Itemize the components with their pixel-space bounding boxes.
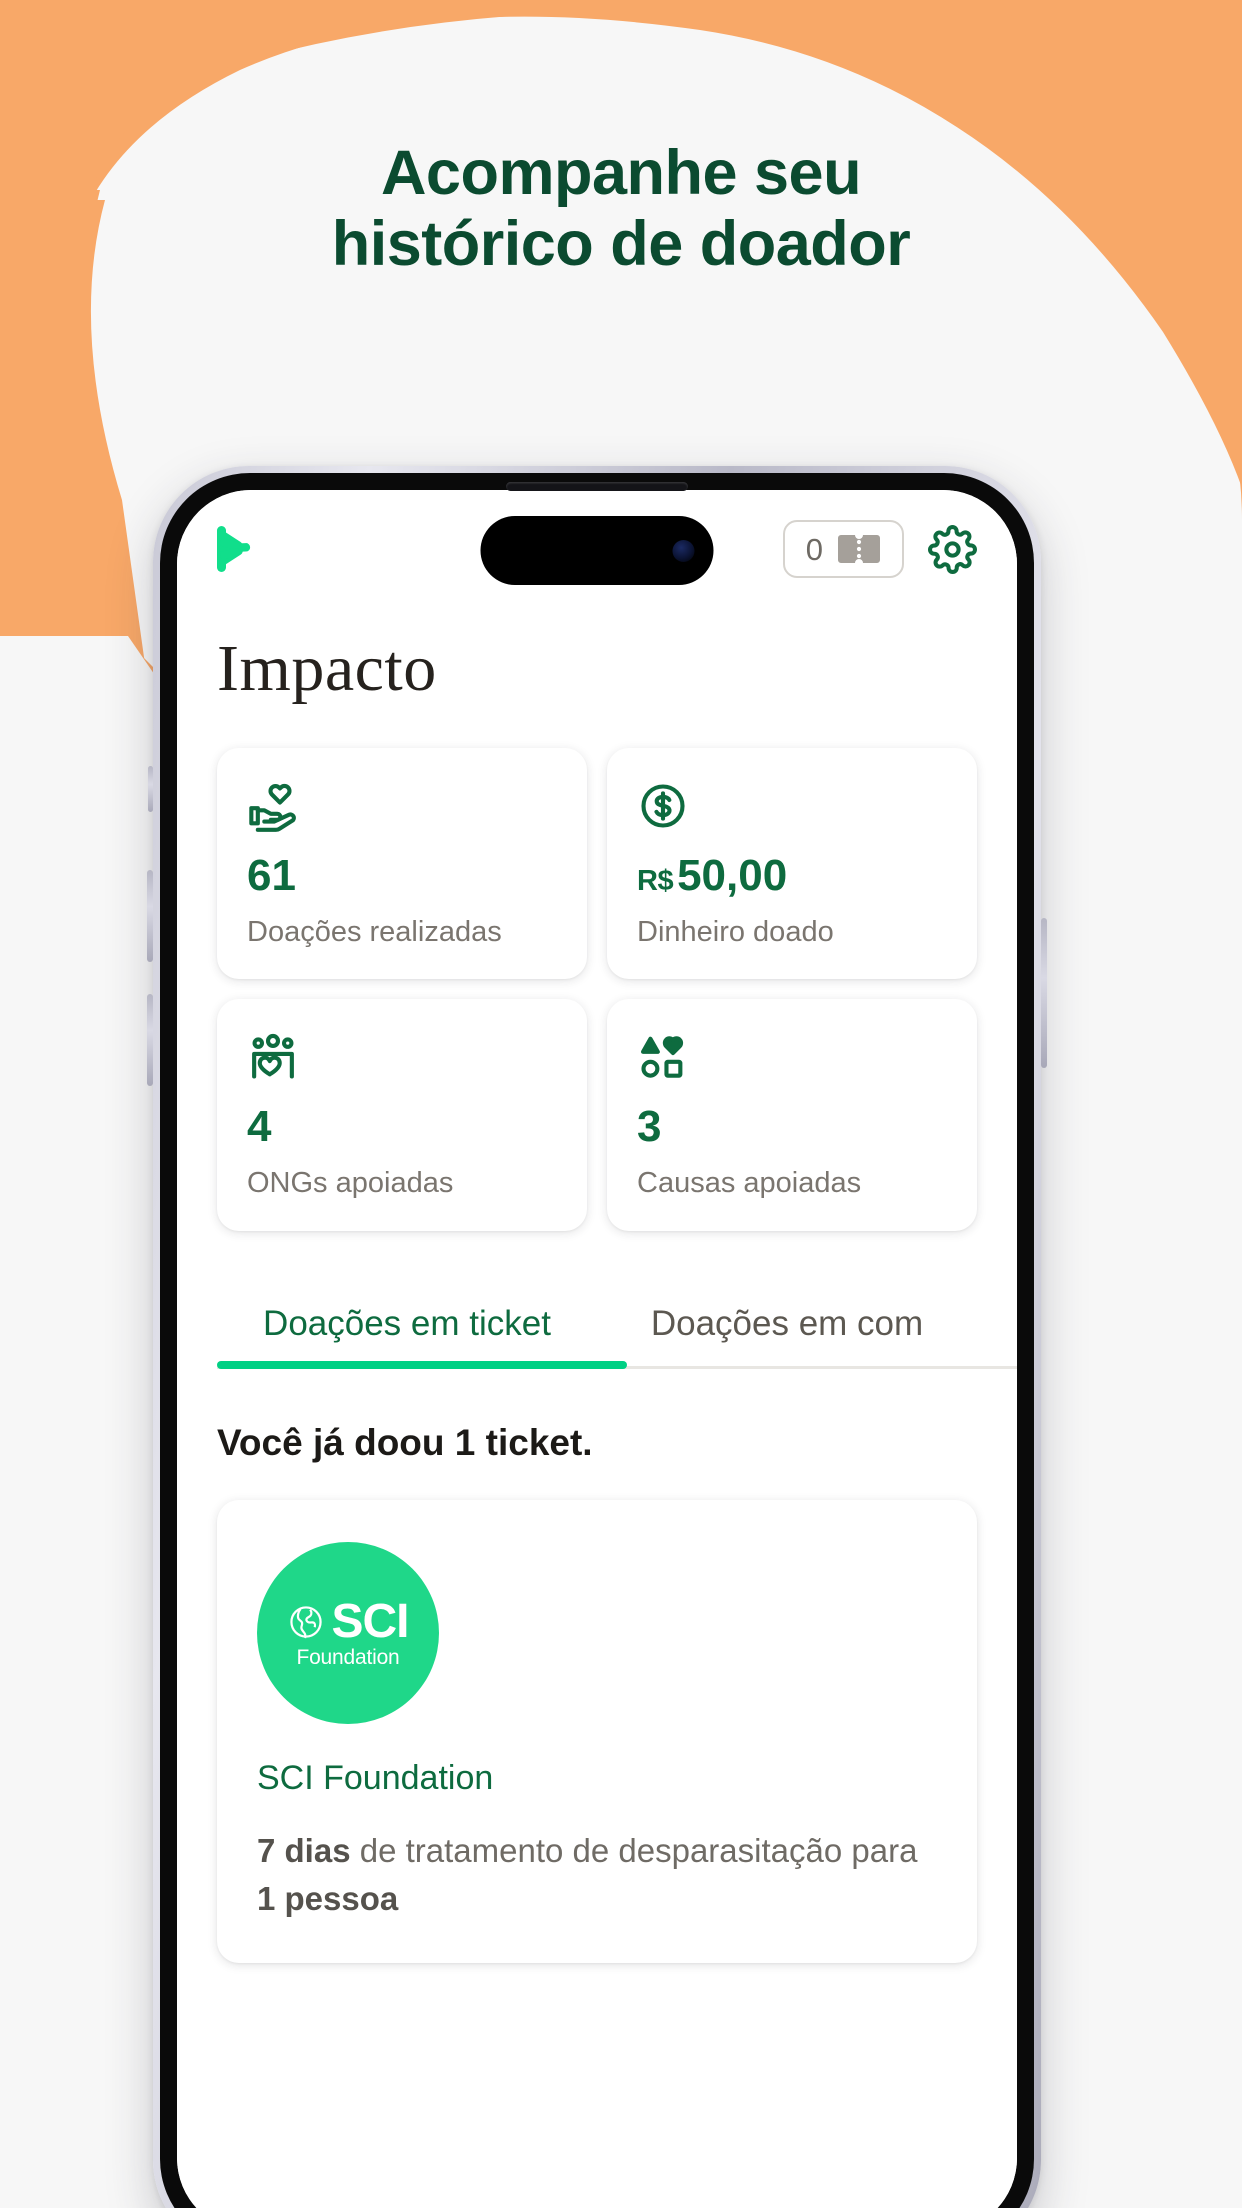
donation-description: 7 dias de tratamento de desparasitação p… bbox=[257, 1827, 937, 1923]
stat-value: 4 bbox=[247, 1105, 557, 1149]
stat-card-ngos[interactable]: 4 ONGs apoiadas bbox=[217, 999, 587, 1231]
hand-heart-icon bbox=[247, 780, 557, 832]
ticket-count-label: 0 bbox=[805, 531, 823, 567]
stat-card-donations[interactable]: 61 Doações realizadas bbox=[217, 748, 587, 980]
phone-volume-up-button bbox=[147, 870, 153, 962]
front-camera-lens bbox=[672, 539, 695, 562]
stat-label: Causas apoiadas bbox=[637, 1167, 862, 1200]
stat-number: 61 bbox=[247, 851, 296, 900]
impact-stats-grid: 61 Doações realizadas R$50,00 Dinheiro d… bbox=[217, 748, 977, 1231]
donation-beneficiary: 1 pessoa bbox=[257, 1880, 399, 1918]
org-logo-wordmark: SCI bbox=[287, 1594, 410, 1648]
org-name: SCI Foundation bbox=[257, 1758, 494, 1797]
org-logo: SCI Foundation bbox=[257, 1541, 439, 1724]
stat-label: Doações realizadas bbox=[247, 916, 502, 948]
stat-value: 3 bbox=[637, 1105, 947, 1149]
tab-active-indicator bbox=[217, 1361, 627, 1370]
donation-tabs: Doações em ticket Doações em com bbox=[217, 1304, 1017, 1370]
phone-earpiece bbox=[506, 482, 688, 491]
phone-volume-down-button bbox=[147, 994, 153, 1086]
headline-line-2: histórico de doador bbox=[331, 208, 911, 279]
donation-card[interactable]: SCI Foundation SCI Foundation 7 dias de … bbox=[217, 1499, 977, 1963]
page-title: Impacto bbox=[217, 632, 437, 705]
phone-silent-switch bbox=[148, 766, 153, 812]
phone-screen: 0 Impacto 61 Doações realizadas R$50,00 … bbox=[177, 490, 1017, 2208]
dynamic-island bbox=[480, 516, 714, 585]
asterisk-logo-icon[interactable] bbox=[217, 524, 263, 574]
ticket-balance-badge[interactable]: 0 bbox=[782, 520, 904, 578]
stat-number: 4 bbox=[247, 1102, 272, 1152]
org-logo-text: SCI bbox=[331, 1594, 409, 1648]
stat-label: Dinheiro doado bbox=[637, 916, 834, 948]
donation-duration: 7 dias bbox=[257, 1832, 351, 1870]
stat-value: R$50,00 bbox=[637, 854, 947, 898]
gear-icon[interactable] bbox=[928, 524, 977, 574]
phone-power-button bbox=[1041, 918, 1047, 1068]
stat-card-causes[interactable]: 3 Causas apoiadas bbox=[607, 999, 977, 1231]
stat-number: 3 bbox=[637, 1102, 662, 1152]
headline-line-1: Acompanhe seu bbox=[380, 138, 862, 208]
shapes-heart-icon bbox=[637, 1031, 947, 1083]
dollar-circle-icon bbox=[637, 780, 947, 832]
tab-money-donations[interactable]: Doações em com bbox=[597, 1304, 977, 1370]
org-logo-subtext: Foundation bbox=[296, 1645, 400, 1669]
section-title: Você já doou 1 ticket. bbox=[217, 1422, 593, 1464]
tab-ticket-donations[interactable]: Doações em ticket bbox=[217, 1304, 597, 1370]
promo-screenshot: Acompanhe seu histórico de doador 0 Impa… bbox=[0, 0, 1242, 2208]
stat-label: ONGs apoiadas bbox=[247, 1167, 454, 1200]
stat-number: 50,00 bbox=[677, 851, 788, 900]
header-actions: 0 bbox=[782, 520, 977, 578]
ticket-icon bbox=[838, 535, 880, 563]
stat-value: 61 bbox=[247, 854, 557, 898]
stat-card-money[interactable]: R$50,00 Dinheiro doado bbox=[607, 748, 977, 980]
phone-bezel: 0 Impacto 61 Doações realizadas R$50,00 … bbox=[160, 473, 1034, 2208]
app-viewport: 0 Impacto 61 Doações realizadas R$50,00 … bbox=[177, 490, 1017, 2208]
phone-mockup: 0 Impacto 61 Doações realizadas R$50,00 … bbox=[147, 466, 1047, 2208]
stat-currency: R$ bbox=[637, 865, 674, 897]
donation-desc-mid: de tratamento de desparasitação para bbox=[350, 1832, 918, 1870]
globe-icon bbox=[290, 1606, 323, 1639]
promo-headline: Acompanhe seu histórico de doador bbox=[0, 138, 1242, 279]
people-heart-icon bbox=[247, 1031, 557, 1083]
